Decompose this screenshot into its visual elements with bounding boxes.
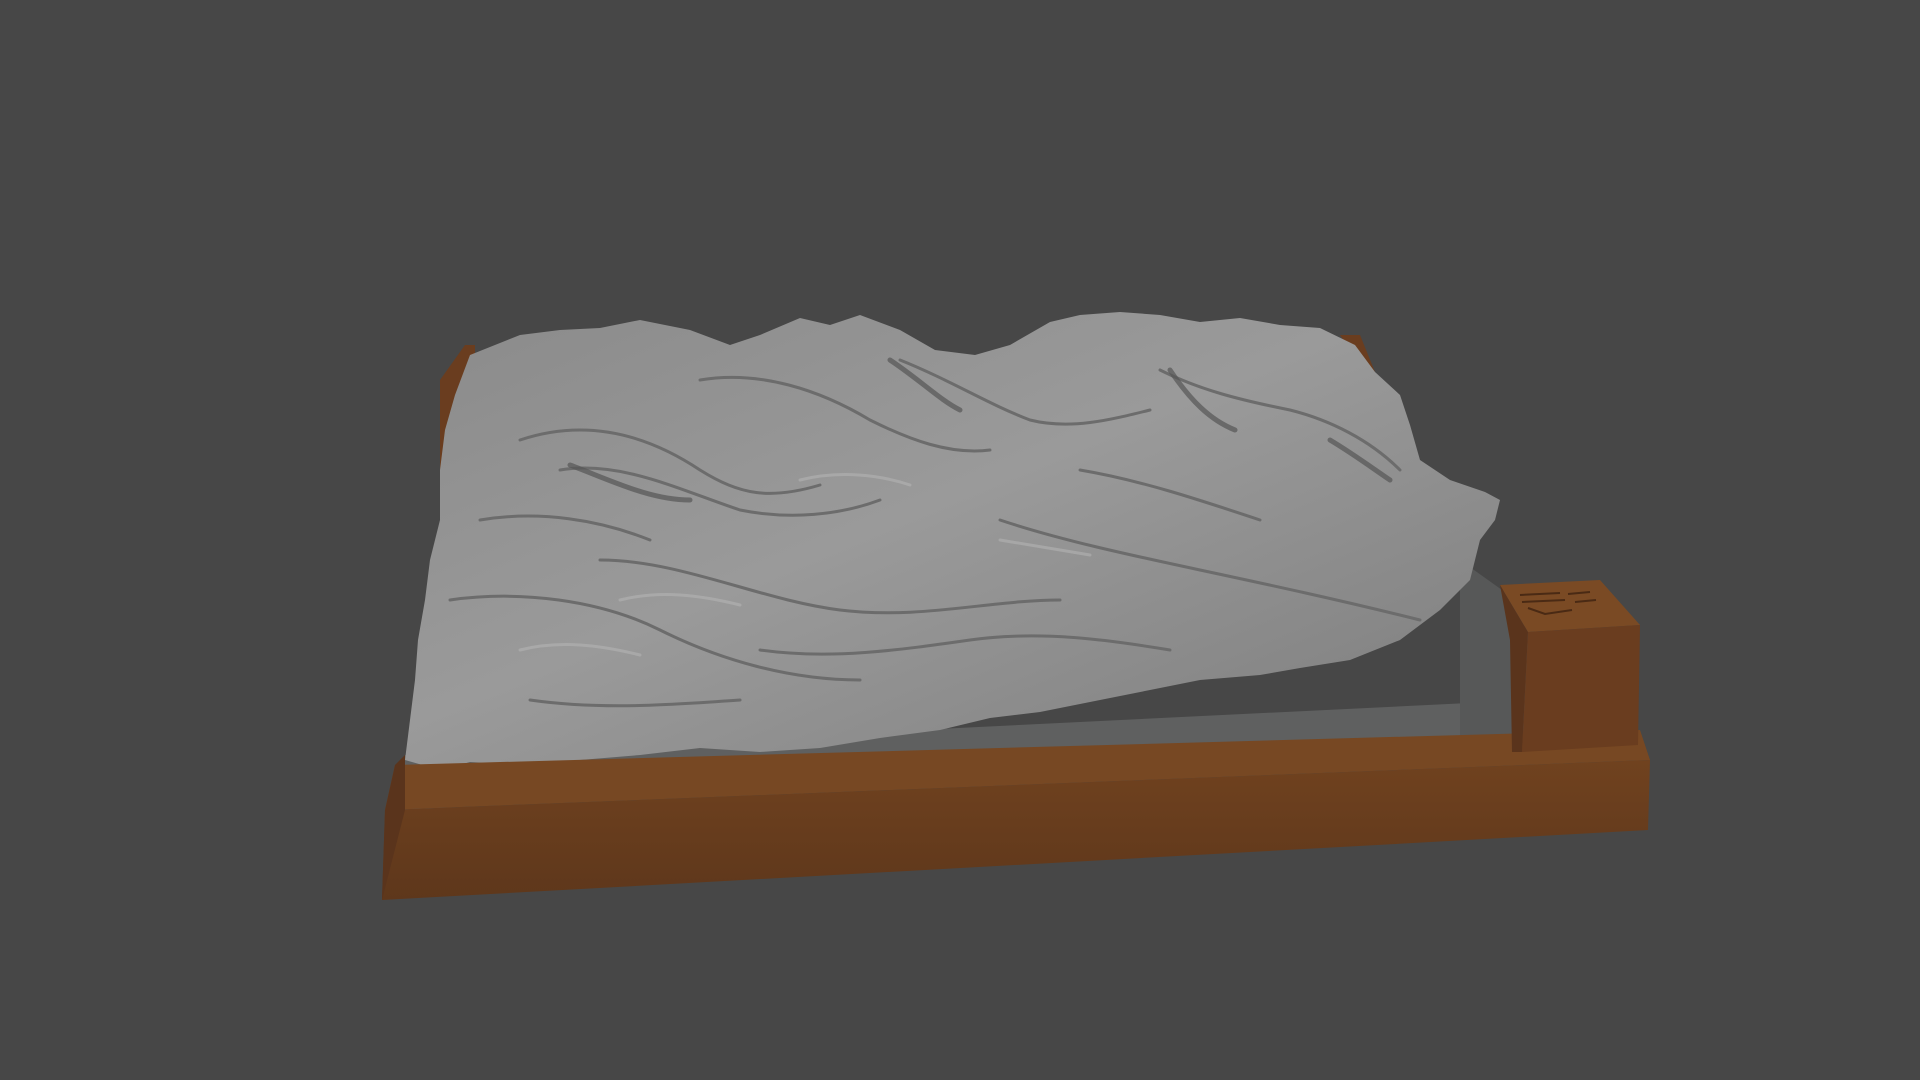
terrain-scene[interactable] [0,0,1920,1080]
label-block [1500,580,1640,752]
terrain-surface [405,312,1500,770]
3d-viewport[interactable] [0,0,1920,1080]
